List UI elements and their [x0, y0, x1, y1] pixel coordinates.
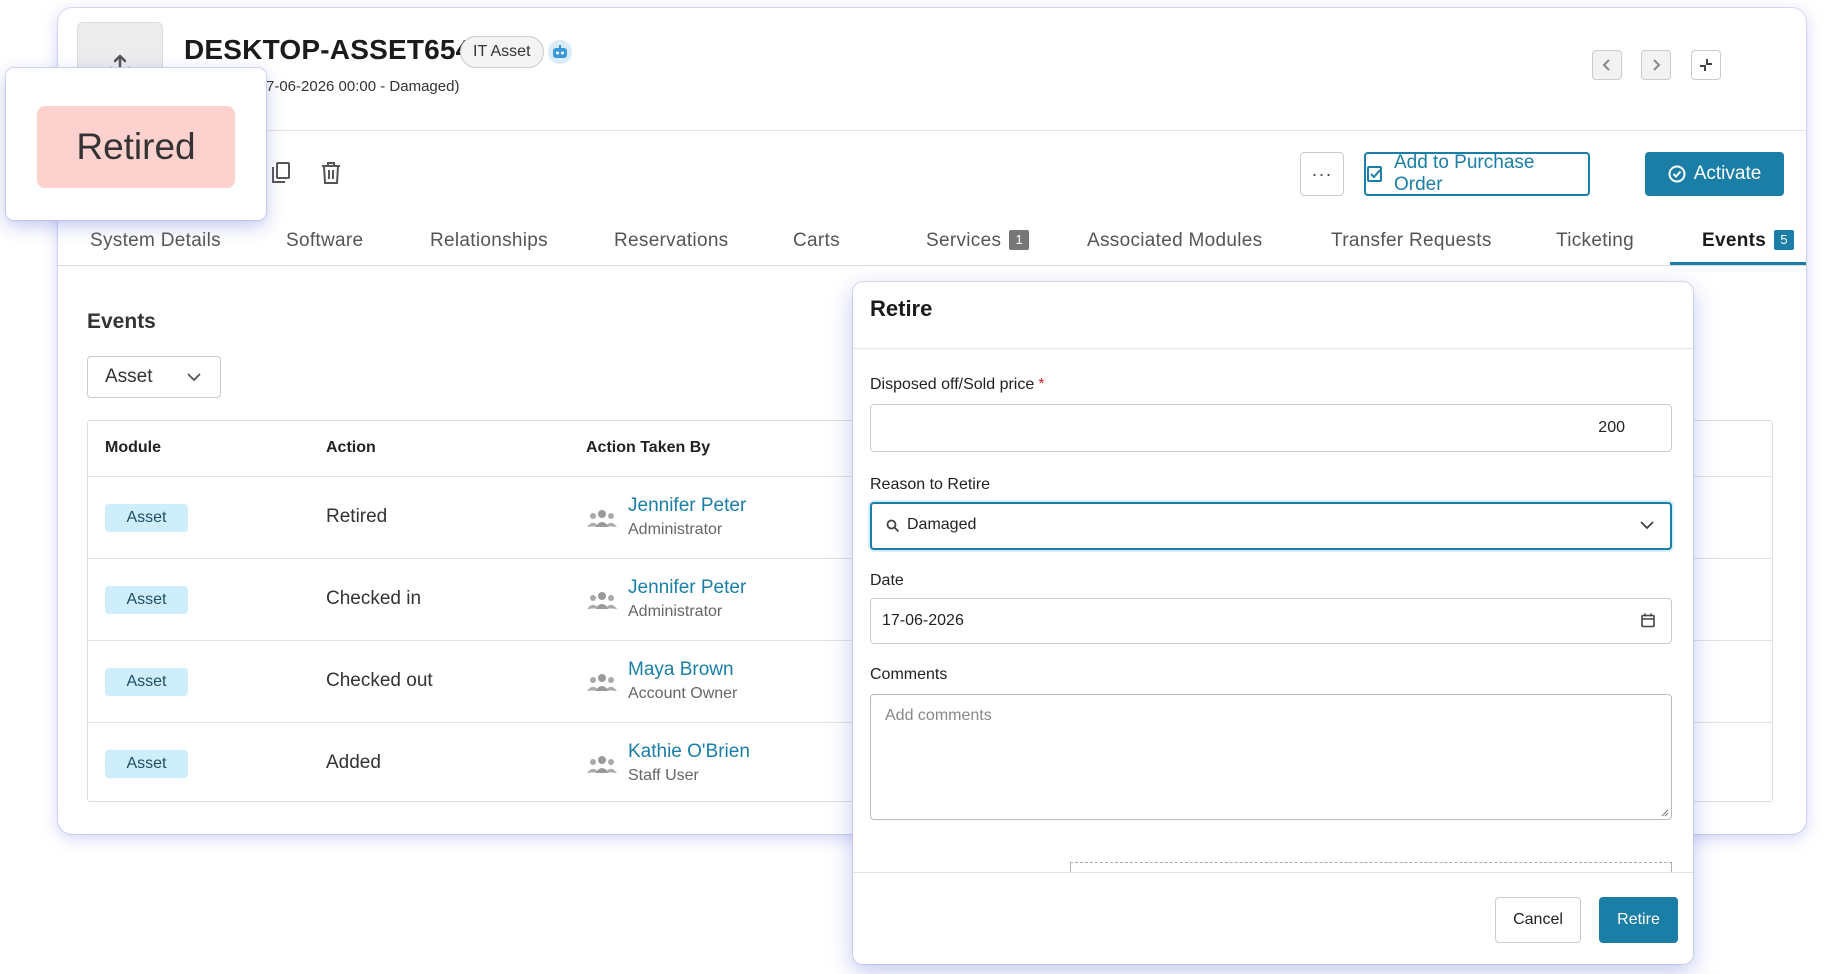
copy-icon	[272, 162, 290, 183]
date-label: Date	[870, 572, 904, 589]
tab-ticketing[interactable]: Ticketing	[1556, 230, 1634, 252]
duplicate-button[interactable]	[266, 158, 296, 188]
comments-label: Comments	[870, 666, 948, 683]
previous-button[interactable]	[1592, 50, 1622, 80]
module-filter-select[interactable]: Asset	[87, 356, 221, 398]
delete-button[interactable]	[316, 158, 346, 188]
tab-bar: System Details Software Relationships Re…	[58, 218, 1806, 266]
chevron-right-icon	[1653, 59, 1661, 71]
reason-select[interactable]: Damaged	[870, 502, 1672, 550]
next-button[interactable]	[1641, 50, 1671, 80]
collapse-button[interactable]	[1691, 50, 1721, 80]
user-name-link[interactable]: Jennifer Peter	[628, 495, 746, 517]
events-count-badge: 5	[1774, 230, 1795, 250]
module-pill: Asset	[105, 668, 188, 696]
module-pill: Asset	[105, 504, 188, 532]
module-filter-value: Asset	[105, 366, 153, 387]
module-pill: Asset	[105, 586, 188, 614]
user-role: Administrator	[628, 521, 723, 538]
user-role: Staff User	[628, 767, 699, 784]
comments-textarea[interactable]: Add comments	[870, 694, 1672, 820]
tab-carts[interactable]: Carts	[793, 230, 840, 252]
chevron-down-icon	[1640, 521, 1654, 530]
module-pill: Asset	[105, 750, 188, 778]
attachment-dropzone[interactable]	[1070, 862, 1672, 872]
action-text: Checked in	[326, 588, 422, 609]
sold-price-input[interactable]: 200	[870, 404, 1672, 452]
trash-icon	[322, 162, 340, 184]
resize-handle-icon[interactable]	[1659, 807, 1669, 817]
users-icon	[587, 592, 617, 609]
tab-reservations[interactable]: Reservations	[614, 230, 728, 252]
tab-events[interactable]: Events 5	[1702, 230, 1795, 252]
dialog-title: Retire	[870, 296, 933, 321]
retire-button[interactable]: Retire	[1599, 897, 1678, 943]
check-circle-icon	[1668, 165, 1686, 183]
robot-icon	[548, 40, 572, 64]
column-header-module: Module	[105, 439, 161, 456]
events-title: Events	[87, 310, 156, 333]
price-label-text: Disposed off/Sold price	[870, 376, 1035, 393]
asset-subtitle: 7-06-2026 00:00 - Damaged)	[266, 78, 460, 95]
chevron-down-icon	[186, 357, 202, 412]
comments-placeholder: Add comments	[885, 707, 992, 724]
sold-price-value: 200	[1598, 419, 1625, 436]
tab-transfer-requests[interactable]: Transfer Requests	[1331, 230, 1492, 252]
tab-label: Carts	[793, 230, 840, 251]
user-role: Administrator	[628, 603, 723, 620]
header-divider	[58, 130, 1806, 131]
tab-label: Transfer Requests	[1331, 230, 1492, 251]
column-header-action-taken-by: Action Taken By	[586, 439, 711, 456]
search-icon	[886, 519, 900, 533]
asset-type-chip: IT Asset	[460, 36, 544, 68]
user-name-link[interactable]: Maya Brown	[628, 659, 734, 681]
action-text: Added	[326, 752, 381, 773]
tab-label: Software	[286, 230, 364, 251]
action-text: Retired	[326, 506, 388, 527]
dialog-divider	[853, 348, 1693, 349]
reason-label: Reason to Retire	[870, 476, 991, 493]
retired-status-badge: Retired	[37, 106, 235, 188]
tab-label: System Details	[90, 230, 221, 251]
activate-button[interactable]: Activate	[1645, 152, 1784, 196]
collapse-icon	[1700, 59, 1712, 71]
user-name-link[interactable]: Kathie O'Brien	[628, 741, 750, 763]
services-count-badge: 1	[1009, 230, 1030, 250]
more-options-button[interactable]: ···	[1300, 152, 1344, 196]
user-role: Account Owner	[628, 685, 738, 702]
tab-label: Ticketing	[1556, 230, 1635, 251]
tab-system-details[interactable]: System Details	[90, 230, 221, 252]
user-name-link[interactable]: Jennifer Peter	[628, 577, 746, 599]
tab-software[interactable]: Software	[286, 230, 363, 252]
tab-services[interactable]: Services 1	[926, 230, 1030, 252]
tab-label: Relationships	[430, 230, 548, 251]
action-text: Checked out	[326, 670, 433, 691]
users-icon	[587, 510, 617, 527]
date-input[interactable]: 17-06-2026	[870, 598, 1672, 644]
reason-value: Damaged	[907, 516, 977, 533]
tab-label: Services	[926, 230, 1002, 251]
tab-relationships[interactable]: Relationships	[430, 230, 548, 252]
purchase-order-label: Add to Purchase Order	[1393, 152, 1535, 195]
date-value: 17-06-2026	[882, 612, 964, 629]
dialog-footer: Cancel Retire	[853, 872, 1693, 964]
tab-label: Events	[1702, 230, 1767, 251]
tab-label: Reservations	[614, 230, 729, 251]
price-label: Disposed off/Sold price *	[870, 376, 1044, 394]
retire-dialog: Retire Disposed off/Sold price * 200 Reas…	[853, 282, 1693, 964]
tab-label: Associated Modules	[1087, 230, 1263, 251]
purchase-order-icon	[1366, 166, 1382, 182]
tab-associated-modules[interactable]: Associated Modules	[1087, 230, 1262, 252]
column-header-action: Action	[326, 439, 376, 456]
add-to-purchase-order-button[interactable]: Add to Purchase Order	[1364, 152, 1590, 196]
users-icon	[587, 674, 617, 691]
cancel-button[interactable]: Cancel	[1495, 897, 1581, 943]
required-asterisk: *	[1038, 376, 1045, 393]
users-icon	[587, 756, 617, 773]
calendar-icon[interactable]	[1641, 613, 1655, 628]
active-tab-indicator	[1670, 262, 1806, 265]
activate-label: Activate	[1693, 163, 1762, 184]
chevron-left-icon	[1602, 59, 1610, 71]
asset-title: DESKTOP-ASSET654	[184, 34, 472, 65]
